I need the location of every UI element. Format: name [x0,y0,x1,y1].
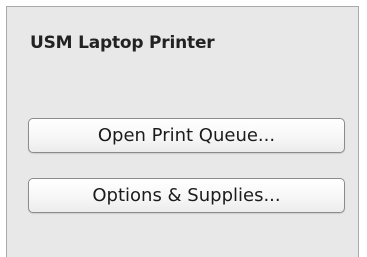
open-print-queue-button[interactable]: Open Print Queue... [28,118,345,153]
printer-name-title: USM Laptop Printer [30,33,215,53]
printer-panel: USM Laptop Printer Open Print Queue... O… [6,6,359,257]
options-supplies-button[interactable]: Options & Supplies... [28,178,345,213]
